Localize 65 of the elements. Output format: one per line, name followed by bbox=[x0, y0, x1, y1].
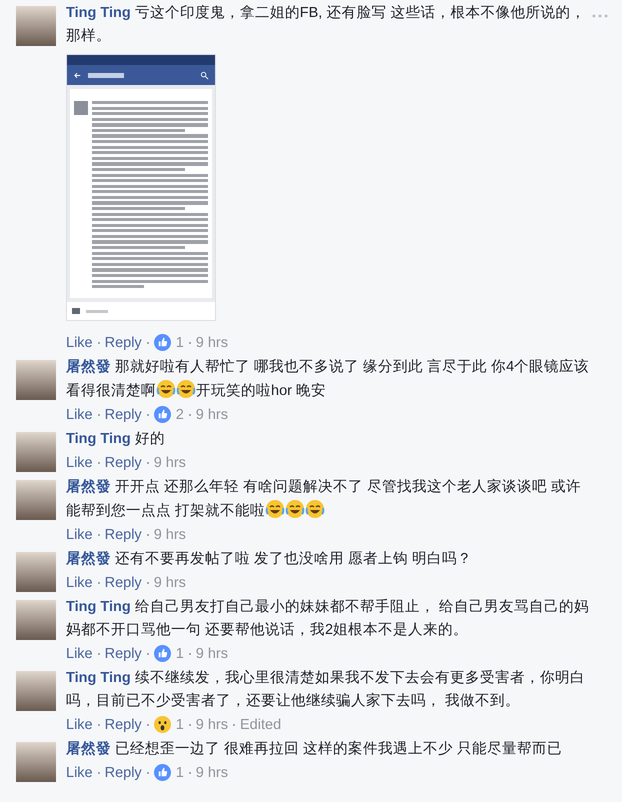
reaction-count[interactable]: 2 bbox=[176, 406, 184, 422]
like-link[interactable]: Like bbox=[66, 526, 93, 542]
timestamp[interactable]: 9 hrs bbox=[196, 334, 228, 350]
phone-screenshot-drawing[interactable] bbox=[66, 54, 216, 321]
reply-link[interactable]: Reply bbox=[104, 716, 142, 732]
reply-link[interactable]: Reply bbox=[104, 334, 142, 350]
timestamp[interactable]: 9 hrs bbox=[154, 454, 186, 470]
avatar-photo-placeholder[interactable] bbox=[16, 600, 56, 640]
reaction-count[interactable]: 1 bbox=[176, 716, 184, 732]
timestamp[interactable]: 9 hrs bbox=[154, 574, 186, 590]
comment-text: Ting Ting 亏这个印度鬼，拿二姐的FB, 还有脸写 这些话，根本不像他所说的，那样。 bbox=[66, 4, 586, 46]
avatar-photo-placeholder[interactable] bbox=[16, 671, 56, 711]
reply-link[interactable]: Reply bbox=[104, 574, 142, 590]
comment-text: Ting Ting 续不继续发，我心里很清楚如果我不发下去会有更多受害者，你明白吗，目前已不少受害者了，还要让他继续骗人家下去吗， 我做不到。 bbox=[66, 668, 586, 711]
reply-link[interactable]: Reply bbox=[104, 454, 142, 470]
comment-text: 屠然發 那就好啦有人帮忙了 哪我也不多说了 缘分到此 言尽于此 你4个眼镜应该看得很清楚啊 开玩笑的啦hor 晚安 bbox=[66, 358, 590, 401]
like-link[interactable]: Like bbox=[66, 764, 93, 780]
avatar-photo-placeholder[interactable] bbox=[16, 480, 56, 520]
like-link[interactable]: Like bbox=[66, 574, 93, 590]
reply-link[interactable]: Reply bbox=[104, 646, 142, 662]
surprised-face-icon[interactable] bbox=[154, 716, 171, 733]
like-link[interactable]: Like bbox=[66, 406, 93, 422]
avatar-photo-placeholder[interactable] bbox=[16, 432, 56, 472]
thumbs-up-icon[interactable] bbox=[154, 334, 171, 351]
reply-link[interactable]: Reply bbox=[104, 764, 142, 780]
author-link[interactable]: 屠然發 bbox=[66, 479, 111, 495]
like-link[interactable]: Like bbox=[66, 454, 93, 470]
timestamp[interactable]: 9 hrs bbox=[196, 764, 228, 780]
timestamp[interactable]: 9 hrs bbox=[154, 526, 186, 542]
avatar-photo-placeholder[interactable] bbox=[16, 6, 56, 46]
like-link[interactable]: Like bbox=[66, 646, 93, 662]
author-link[interactable]: Ting Ting bbox=[66, 5, 131, 21]
author-link[interactable]: 屠然發 bbox=[66, 741, 111, 757]
reaction-count[interactable]: 1 bbox=[176, 334, 184, 350]
laughing-face-icon bbox=[176, 379, 196, 399]
reply-link[interactable]: Reply bbox=[104, 406, 142, 422]
like-link[interactable]: Like bbox=[66, 716, 93, 732]
reply-link[interactable]: Reply bbox=[104, 526, 142, 542]
author-link[interactable]: Ting Ting bbox=[66, 599, 131, 615]
avatar-photo-placeholder[interactable] bbox=[16, 552, 56, 592]
comment-text: 屠然發 还有不要再发帖了啦 发了也没啥用 愿者上钩 明白吗？ bbox=[66, 550, 474, 569]
comment-text: Ting Ting 给自己男友打自己最小的妹妹都不帮手阻止， 给自己男友骂自己的妈妈都不开口骂他一句 还要帮他说话，我2姐根本不是人来的。 bbox=[66, 598, 590, 640]
timestamp[interactable]: 9 hrs bbox=[196, 646, 228, 662]
thumbs-up-icon[interactable] bbox=[154, 645, 171, 662]
edited-label[interactable]: Edited bbox=[240, 716, 282, 732]
author-link[interactable]: 屠然發 bbox=[66, 359, 111, 375]
author-link[interactable]: 屠然發 bbox=[66, 551, 111, 567]
like-link[interactable]: Like bbox=[66, 334, 93, 350]
avatar-photo-placeholder[interactable] bbox=[16, 360, 56, 400]
author-link[interactable]: Ting Ting bbox=[66, 670, 131, 686]
comment-text: Ting Ting 好的 bbox=[66, 430, 166, 449]
author-link[interactable]: Ting Ting bbox=[66, 431, 131, 447]
timestamp[interactable]: 9 hrs bbox=[196, 716, 228, 732]
comment-text: 屠然發 已经想歪一边了 很难再拉回 这样的案件我遇上不少 只能尽量帮而已 bbox=[66, 740, 564, 759]
reaction-count[interactable]: 1 bbox=[176, 646, 184, 662]
laughing-face-icon bbox=[305, 499, 326, 519]
laughing-face-icon bbox=[156, 379, 176, 399]
comment-text: 屠然發 开开点 还那么年轻 有啥问题解决不了 尽管找我这个老人家谈谈吧 或许能帮到您一点点 打架就不能啦 bbox=[66, 478, 582, 521]
avatar-photo-placeholder[interactable] bbox=[16, 742, 56, 782]
reaction-count[interactable]: 1 bbox=[176, 764, 184, 780]
laughing-face-icon bbox=[285, 499, 306, 519]
laughing-face-icon bbox=[265, 499, 286, 519]
thumbs-up-icon[interactable] bbox=[154, 764, 171, 781]
timestamp[interactable]: 9 hrs bbox=[196, 406, 228, 422]
thumbs-up-icon[interactable] bbox=[154, 406, 171, 423]
